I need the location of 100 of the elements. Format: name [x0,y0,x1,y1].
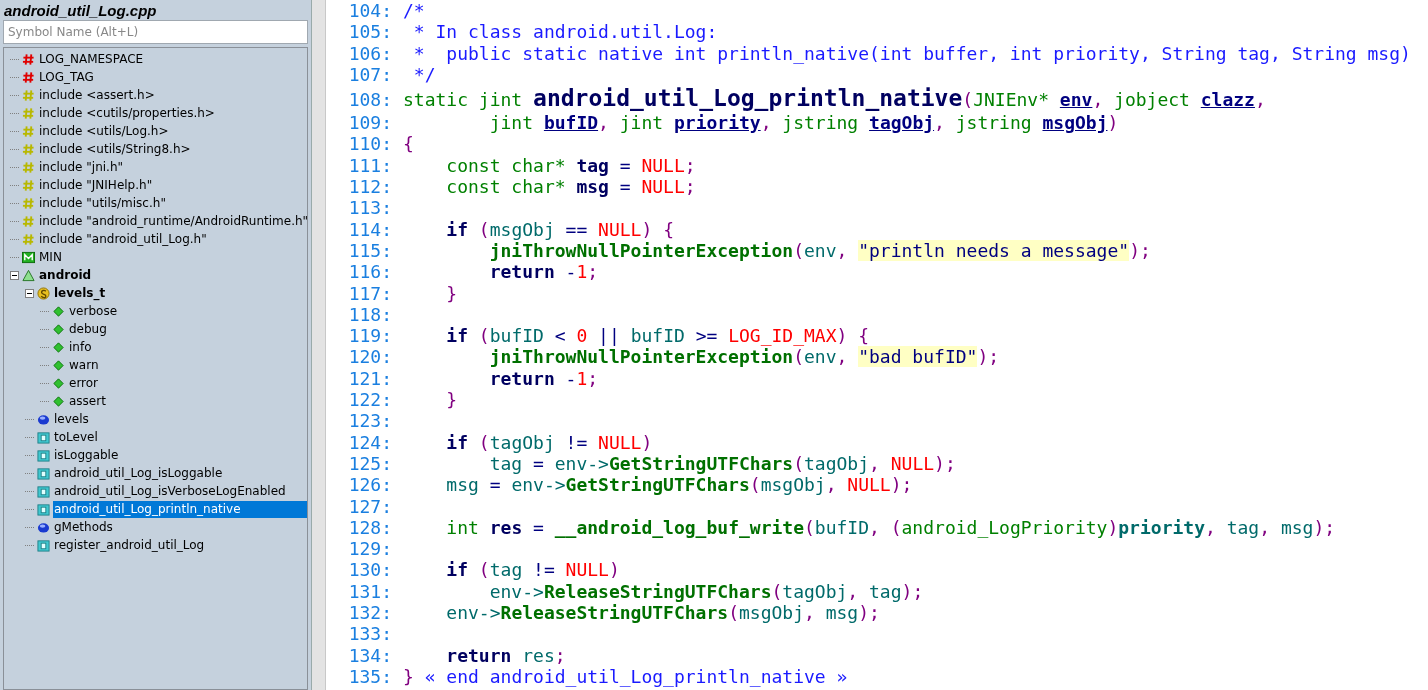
hash-icon [22,232,35,246]
symbol-item[interactable]: android_util_Log_isLoggable [53,464,224,482]
diamond-icon [52,322,65,336]
hash-icon [22,124,35,138]
symbol-item[interactable]: isLoggable [53,446,120,464]
code-line: tag = env->GetStringUTFChars(tagObj, NULL); [488,452,956,475]
symbol-item[interactable]: info [68,338,93,356]
line-number: 126: [347,474,392,496]
code-line: env->ReleaseStringUTFChars(tagObj, tag); [488,580,924,602]
diamond-icon [52,394,65,408]
line-number: 108: [347,88,392,113]
symbol-item[interactable]: include <assert.h> [38,86,156,104]
sphere-icon [37,412,50,426]
diamond-icon [52,304,65,318]
line-number: 123: [347,410,392,432]
line-number: 105: [347,21,392,43]
symbol-item[interactable]: include "android_util_Log.h" [38,230,208,248]
code-line: * public static native int println_native(int buffer, int priority, String tag, String msg) [412,42,1411,64]
code-line: env->ReleaseStringUTFChars(msgObj, msg); [445,602,880,624]
symbol-item[interactable]: verbose [68,302,118,320]
symbol-item[interactable]: include <utils/Log.h> [38,122,170,140]
code-line: * In class android.util.Log: [412,21,718,43]
symbol-search-field[interactable]: Symbol Name (Alt+L) [3,20,308,44]
code-line: return -1; [488,261,599,283]
function-icon [37,466,50,480]
line-number: 106: [347,42,392,64]
line-number: 120: [347,346,392,368]
line-number: 104: [347,0,392,22]
hash-icon [22,52,35,66]
symbol-item[interactable]: android_util_Log_isVerboseLogEnabled [53,482,287,500]
code-line: msg = env->GetStringUTFChars(msgObj, NULL); [445,474,913,496]
struct-icon [37,286,50,300]
line-number: 132: [347,602,392,624]
code-line: /* [403,0,425,22]
symbol-item[interactable]: include "JNIHelp.h" [38,176,154,194]
code-line: jniThrowNullPointerException(env, "println needs a message"); [488,239,1151,262]
hash-icon [22,106,35,120]
symbol-item[interactable]: include "android_runtime/AndroidRuntime.h" [38,212,310,230]
function-icon [37,538,50,552]
line-number: 113: [347,197,392,219]
symbol-item[interactable]: LOG_NAMESPACE [38,50,145,68]
symbol-item[interactable]: assert [68,392,107,410]
line-number: 111: [347,154,392,177]
code-line: int res = __android_log_buf_write(bufID, (android_LogPriority)priority, tag, msg); [445,516,1336,539]
line-number: 124: [347,431,392,453]
symbol-item[interactable]: debug [68,320,108,338]
code-line: if (tag != NULL) [445,559,620,581]
hash-icon [22,196,35,210]
symbol-item[interactable]: include <utils/String8.h> [38,140,192,158]
hash-icon [22,70,35,84]
symbol-item[interactable]: include <cutils/properties.h> [38,104,216,122]
collapse-icon[interactable] [10,270,19,280]
line-number: 112: [347,176,392,198]
symbol-item[interactable]: gMethods [53,518,114,536]
symbol-item[interactable]: MIN [38,248,63,266]
line-number: 114: [347,218,392,240]
file-title: android_util_Log.cpp [3,1,158,20]
symbol-item[interactable]: include "jni.h" [38,158,125,176]
line-number: 131: [347,580,392,602]
line-number: 116: [347,261,392,283]
line-number: 133: [347,623,392,645]
symbol-item[interactable]: warn [68,356,100,374]
line-number: 122: [347,389,392,411]
line-number: 121: [347,367,392,390]
line-number: 125: [347,452,392,475]
hash-icon [22,160,35,174]
symbol-item[interactable]: LOG_TAG [38,68,95,86]
collapse-icon[interactable] [25,288,34,298]
hash-icon [22,214,35,228]
code-line: const char* tag = NULL; [445,154,696,177]
function-icon [37,448,50,462]
function-icon [37,502,50,516]
line-number: 119: [347,325,392,347]
symbol-item[interactable]: levels [53,410,90,428]
symbol-item[interactable]: include "utils/misc.h" [38,194,167,212]
code-line: */ [412,63,436,86]
line-number: 109: [347,112,392,134]
code-line: } « end android_util_Log_println_native » [403,665,848,688]
symbol-item[interactable]: register_android_util_Log [53,536,206,554]
code-line: jniThrowNullPointerException(env, "bad bufID"); [488,346,1000,368]
line-number: 128: [347,516,392,539]
line-number: 118: [347,303,392,326]
code-line: jint bufID, jint priority, jstring tagObj, jstring msgObj) [488,112,1119,134]
symbol-item[interactable]: android_util_Log_println_native [53,500,307,518]
code-line: } [445,282,458,304]
sphere-icon [37,520,50,534]
hash-icon [22,142,35,156]
macro-icon [22,250,35,264]
hash-icon [22,88,35,102]
diamond-icon [52,340,65,354]
diamond-icon [52,358,65,372]
line-number: 135: [347,665,392,688]
line-number: 127: [347,495,392,517]
line-number: 115: [347,239,392,262]
code-line: return res; [445,644,566,666]
symbol-item[interactable]: error [68,374,100,392]
symbol-item[interactable]: toLevel [53,428,99,446]
symbol-item[interactable]: android [38,266,93,284]
symbol-item[interactable]: levels_t [53,284,107,302]
code-line: if (tagObj != NULL) [445,431,653,453]
